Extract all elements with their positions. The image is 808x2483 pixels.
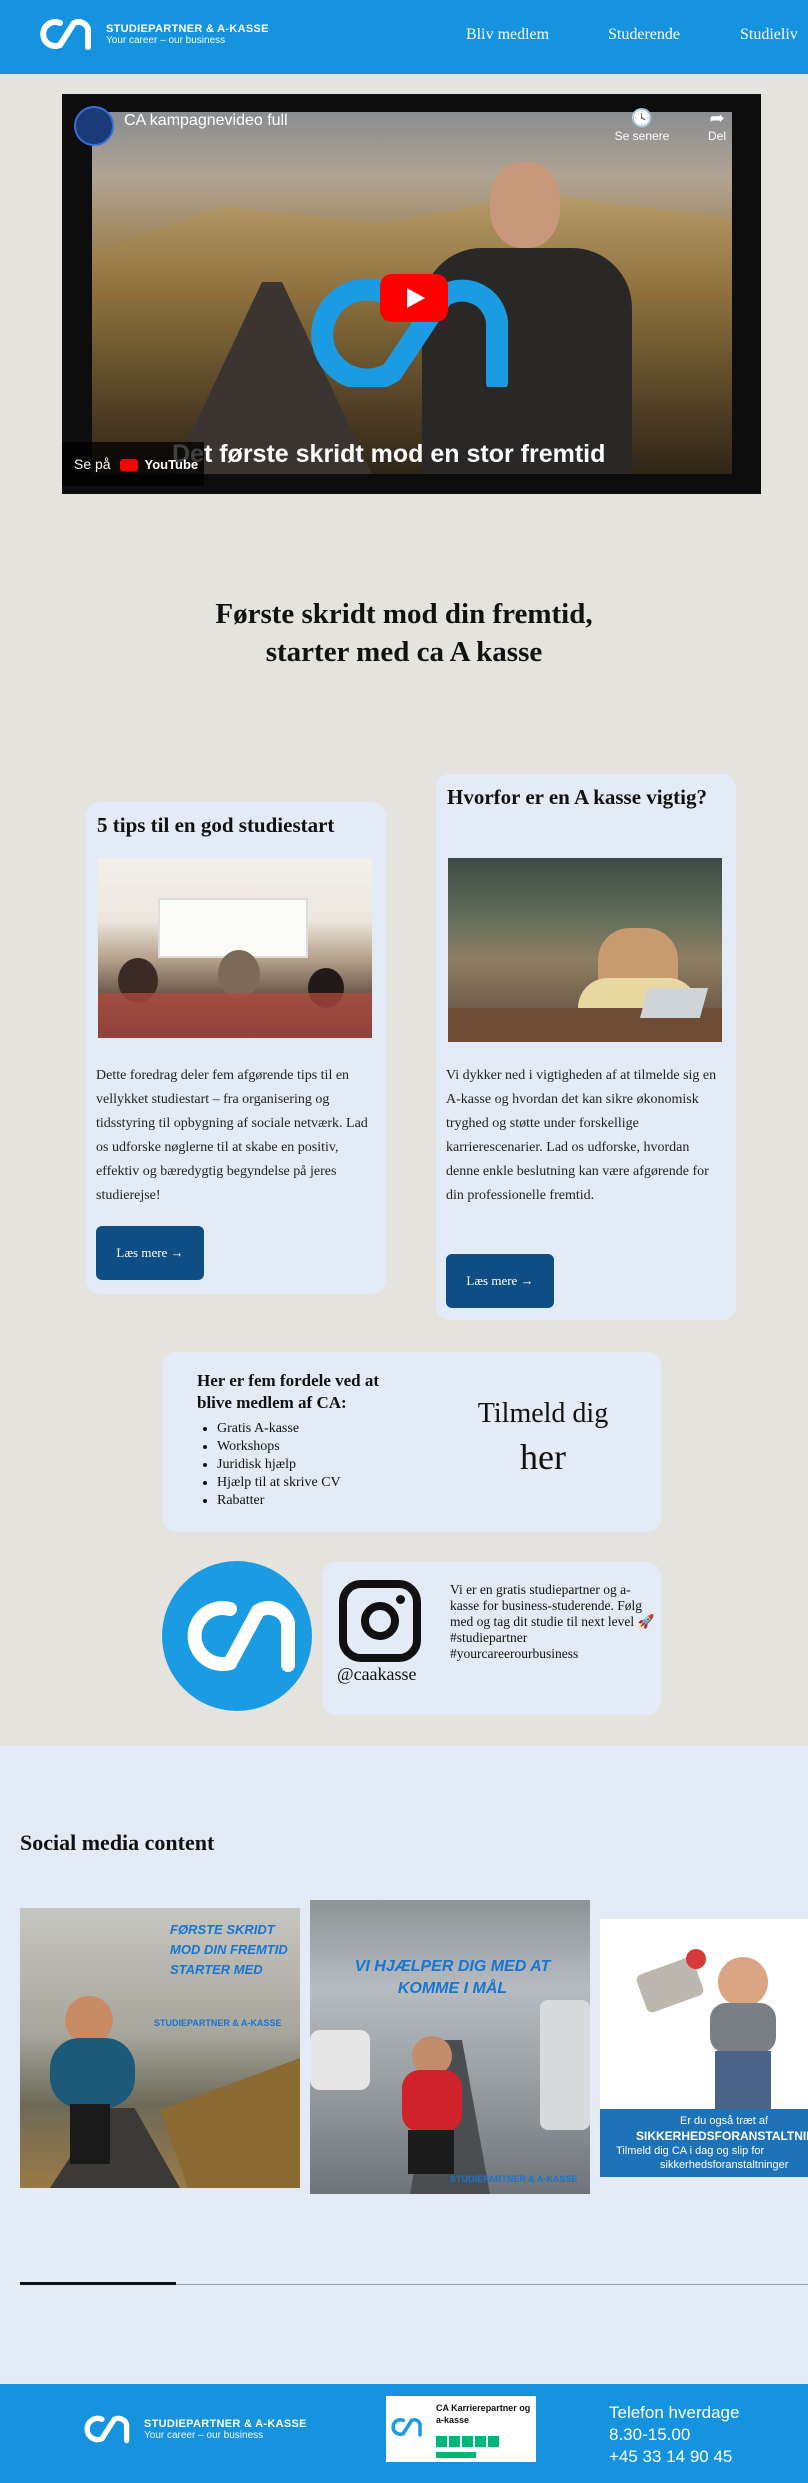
share-label: Del bbox=[707, 129, 726, 143]
ca-logo-icon bbox=[391, 2418, 422, 2437]
benefits-title: Her er fem fordele ved at blive medlem a… bbox=[197, 1371, 380, 1412]
signup-line-1: Tilmeld dig bbox=[477, 1398, 609, 1429]
benefit-item: Gratis A-kasse bbox=[217, 1420, 341, 1438]
benefit-item: Workshops bbox=[217, 1438, 341, 1456]
post3-line-3: Tilmeld dig CA i dag og slip for bbox=[616, 2145, 765, 2157]
cafe-laptop-image bbox=[448, 858, 722, 1042]
benefits-list: Gratis A-kasse Workshops Juridisk hjælp … bbox=[217, 1420, 341, 1510]
logo-name: STUDIEPARTNER & A-KASSE bbox=[106, 22, 269, 35]
instagram-icon[interactable] bbox=[339, 1580, 421, 1662]
video-player[interactable]: CA kampagnevideo full 🕓 Se senere ➦ Del … bbox=[62, 94, 761, 494]
hero-headline: Første skridt mod din fremtid, starter m… bbox=[150, 596, 658, 671]
footer-logo-tagline: Your career – our business bbox=[144, 2429, 264, 2441]
benefit-item: Hjælp til at skrive CV bbox=[217, 1474, 341, 1492]
benefit-item: Rabatter bbox=[217, 1492, 341, 1510]
carousel-scroll-thumb[interactable] bbox=[20, 2282, 176, 2285]
watch-on-label: Se på bbox=[74, 456, 111, 472]
watch-later-label: Se senere bbox=[614, 129, 670, 143]
video-title[interactable]: CA kampagnevideo full bbox=[124, 112, 288, 130]
nav-bliv-medlem[interactable]: Bliv medlem bbox=[466, 26, 549, 44]
post2-logo: STUDIEPARTNER & A-KASSE bbox=[450, 2174, 578, 2184]
nav-studieliv[interactable]: Studieliv bbox=[740, 26, 798, 44]
post3-line-4: sikkerhedsforanstaltninger bbox=[660, 2159, 789, 2171]
watch-later-button[interactable]: 🕓 Se senere bbox=[607, 108, 677, 143]
card-title: 5 tips til en god studiestart bbox=[97, 813, 335, 837]
youtube-logo-icon bbox=[120, 459, 139, 472]
watch-on-youtube[interactable]: Se på YouTube bbox=[62, 442, 204, 486]
share-icon: ➦ bbox=[709, 108, 725, 128]
footer-logo-name: STUDIEPARTNER & A-KASSE bbox=[144, 2417, 307, 2430]
trust-title: CA Karrierepartner og a-kasse bbox=[436, 2403, 531, 2425]
share-button[interactable]: ➦ Del bbox=[697, 108, 737, 143]
card-title: Hvorfor er en A kasse vigtig? bbox=[447, 785, 707, 809]
star-rating-icon bbox=[436, 2436, 499, 2447]
lecture-hall-image bbox=[98, 858, 372, 1038]
footer-logo[interactable]: STUDIEPARTNER & A-KASSE Your career – ou… bbox=[82, 2414, 307, 2444]
read-more-button[interactable]: Læs mere → bbox=[446, 1254, 554, 1308]
video-caption: Det første skridt mod en stor fremtid bbox=[172, 440, 606, 468]
trustpilot-widget[interactable]: CA Karrierepartner og a-kasse bbox=[386, 2396, 536, 2462]
brand-logo[interactable]: STUDIEPARTNER & A-KASSE Your career – ou… bbox=[38, 17, 269, 51]
post3-line-2: SIKKERHEDSFORANSTALTNINGER bbox=[636, 2129, 808, 2143]
social-title: Social media content bbox=[20, 1830, 215, 1855]
card-body: Dette foredrag deler fem afgørende tips … bbox=[96, 1068, 368, 1203]
instagram-description: Vi er en gratis studiepartner og a-kasse… bbox=[450, 1582, 655, 1661]
logo-tagline: Your career – our business bbox=[106, 34, 226, 46]
social-post-2[interactable]: VI HJÆLPER DIG MED AT KOMME I MÅL STUDIE… bbox=[310, 1900, 590, 2194]
post1-logo: STUDIEPARTNER & A-KASSE bbox=[154, 2018, 282, 2028]
ca-logo-icon bbox=[84, 2415, 130, 2444]
ca-logo-icon bbox=[187, 1600, 295, 1672]
card-body: Vi dykker ned i vigtigheden af at tilmel… bbox=[446, 1068, 717, 1203]
benefit-item: Juridisk hjælp bbox=[217, 1456, 341, 1474]
social-post-1[interactable]: FØRSTE SKRIDT MOD DIN FREMTID STARTER ME… bbox=[20, 1908, 300, 2188]
shield-icon bbox=[686, 1949, 706, 1969]
clock-icon: 🕓 bbox=[630, 108, 654, 128]
post2-headline: VI HJÆLPER DIG MED AT KOMME I MÅL bbox=[354, 1958, 551, 1997]
youtube-label: YouTube bbox=[144, 457, 199, 472]
article-card-studiestart: 5 tips til en god studiestart Dette fore… bbox=[86, 802, 386, 1294]
headline-line-2: starter med ca A kasse bbox=[265, 635, 543, 668]
nav-studerende[interactable]: Studerende bbox=[608, 26, 680, 44]
instagram-card: @caakasse Vi er en gratis studiepartner … bbox=[322, 1562, 661, 1715]
phone-info: Telefon hverdage 8.30-15.00 +45 33 14 90… bbox=[609, 2402, 739, 2468]
read-more-button[interactable]: Læs mere → bbox=[96, 1226, 204, 1280]
phone-label: Telefon hverdage bbox=[609, 2403, 740, 2422]
member-benefits: Her er fem fordele ved at blive medlem a… bbox=[162, 1352, 661, 1532]
ca-logo-icon bbox=[40, 18, 91, 50]
article-card-a-kasse: Hvorfor er en A kasse vigtig? Vi dykker … bbox=[436, 774, 736, 1320]
post3-line-1: Er du også træt af bbox=[680, 2115, 769, 2127]
channel-avatar[interactable] bbox=[74, 106, 114, 146]
phone-hours: 8.30-15.00 bbox=[609, 2425, 691, 2444]
instagram-handle[interactable]: @caakasse bbox=[337, 1664, 417, 1685]
signup-link[interactable]: Tilmeld dig her bbox=[454, 1398, 632, 1478]
ca-circle-logo bbox=[162, 1561, 312, 1711]
post1-headline: FØRSTE SKRIDT MOD DIN FREMTID STARTER ME… bbox=[170, 1922, 288, 1977]
social-post-3[interactable]: Er du også træt af SIKKERHEDSFORANSTALTN… bbox=[600, 1919, 808, 2177]
site-header: STUDIEPARTNER & A-KASSE Your career – ou… bbox=[0, 0, 808, 74]
trust-badge bbox=[436, 2452, 476, 2458]
phone-number[interactable]: +45 33 14 90 45 bbox=[609, 2446, 739, 2468]
signup-line-2: her bbox=[520, 1437, 566, 1477]
headline-line-1: Første skridt mod din fremtid, bbox=[215, 598, 593, 630]
play-icon[interactable] bbox=[380, 274, 448, 322]
social-media-section: Social media content FØRSTE SKRIDT MOD D… bbox=[0, 1746, 808, 2384]
